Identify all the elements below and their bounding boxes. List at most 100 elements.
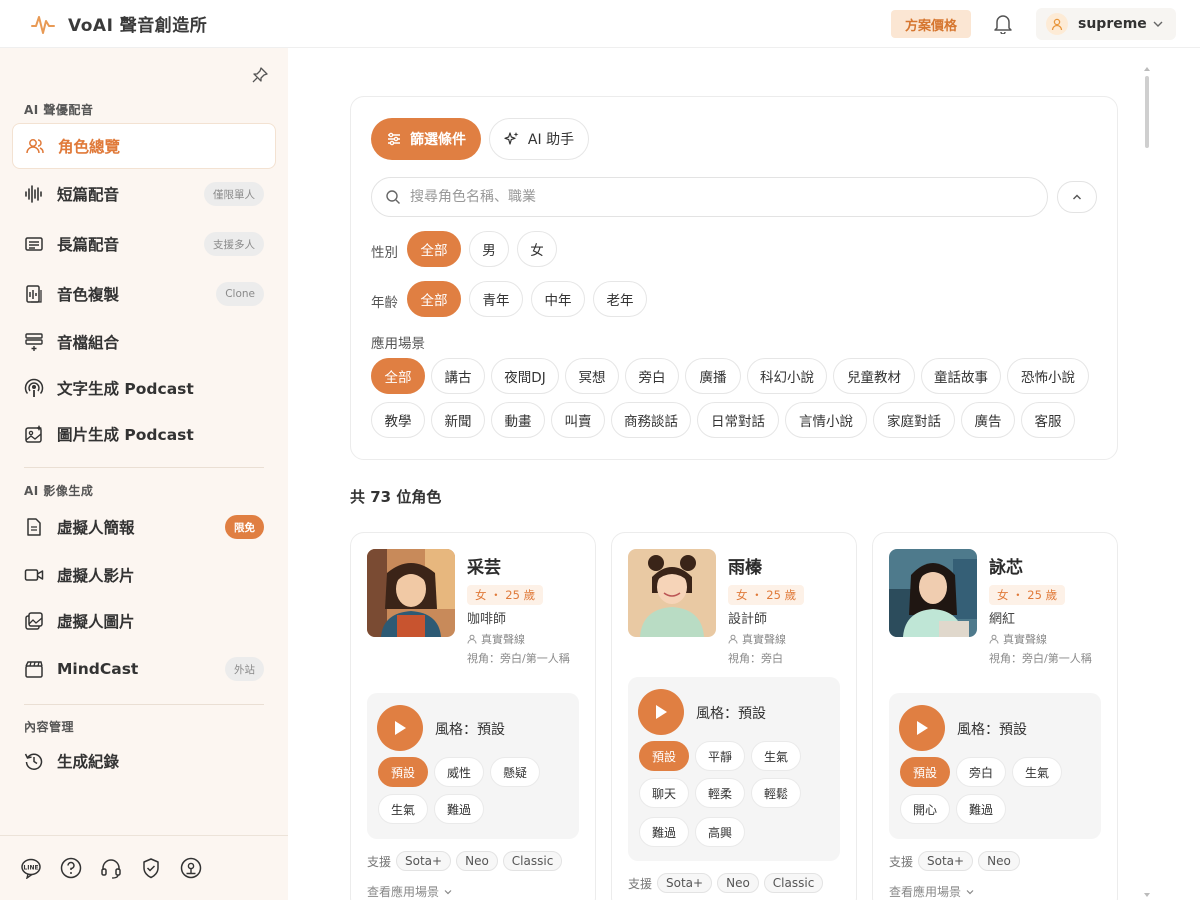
style-chip[interactable]: 難過 [639, 817, 689, 847]
style-chip[interactable]: 高興 [695, 817, 745, 847]
sidebar-item-label: 音色複製 [57, 286, 120, 304]
sidebar-item-avatar-video[interactable]: 虛擬人影片 [12, 552, 276, 598]
scene-chip[interactable]: 科幻小說 [747, 358, 827, 394]
badge: 僅限單人 [204, 182, 264, 206]
style-chip[interactable]: 預設 [639, 741, 689, 771]
style-chip[interactable]: 生氣 [751, 741, 801, 771]
avatar [367, 549, 455, 637]
scene-chip[interactable]: 客服 [1021, 402, 1075, 438]
scene-chip[interactable]: 言情小說 [785, 402, 867, 438]
style-chip[interactable]: 難過 [434, 794, 484, 824]
view-scenes-link[interactable]: 查看應用場景 [889, 883, 975, 900]
scene-chip[interactable]: 兒童教材 [833, 358, 915, 394]
style-chip[interactable]: 開心 [900, 794, 950, 824]
sidebar-item-audio-merge[interactable]: 音檔組合 [12, 319, 276, 365]
view-scenes-link[interactable]: 查看應用場景 [367, 883, 453, 900]
scene-chip[interactable]: 童話故事 [921, 358, 1001, 394]
scene-chip[interactable]: 講古 [431, 358, 485, 394]
style-chip[interactable]: 預設 [378, 757, 428, 787]
gender-chip[interactable]: 全部 [407, 231, 461, 267]
scrollbar-thumb[interactable] [1145, 76, 1149, 148]
style-chip[interactable]: 旁白 [956, 757, 1006, 787]
age-chip[interactable]: 青年 [469, 281, 523, 317]
scene-chip[interactable]: 夜間DJ [491, 358, 559, 394]
age-chip[interactable]: 全部 [407, 281, 461, 317]
scene-chip[interactable]: 冥想 [565, 358, 619, 394]
role-card[interactable]: 采芸 女 ・ 25 歲 咖啡師 真實聲線 視角：旁白/第一人稱 風格：預設 預設… [350, 532, 596, 900]
scroll-down-icon[interactable] [1143, 892, 1151, 898]
role-name: 雨榛 [728, 558, 762, 578]
style-chip[interactable]: 聊天 [639, 778, 689, 808]
scene-chip[interactable]: 廣播 [685, 358, 741, 394]
sidebar-item-voice-clone[interactable]: 音色複製 Clone [12, 271, 276, 317]
search-input[interactable] [410, 189, 1010, 205]
image-icon [23, 610, 45, 632]
sidebar-item-long-dub[interactable]: 長篇配音 支援多人 [12, 221, 276, 267]
sidebar-item-label: 虛擬人簡報 [57, 519, 135, 537]
scene-chip[interactable]: 商務談話 [611, 402, 691, 438]
age-chip[interactable]: 中年 [531, 281, 585, 317]
tab-filter[interactable]: 篩選條件 [371, 118, 481, 160]
style-chip[interactable]: 平靜 [695, 741, 745, 771]
scene-chip[interactable]: 恐怖小說 [1007, 358, 1089, 394]
line-icon[interactable]: LINE [20, 857, 42, 879]
collapse-filters-button[interactable] [1057, 181, 1097, 213]
scene-chip[interactable]: 全部 [371, 358, 425, 394]
scene-chip[interactable]: 新聞 [431, 402, 485, 438]
avatar [889, 549, 977, 637]
role-card[interactable]: 雨榛 女 ・ 25 歲 設計師 真實聲線 視角：旁白 風格：預設 預設 平靜 生… [611, 532, 857, 900]
scene-chip[interactable]: 動畫 [491, 402, 545, 438]
tab-ai-assistant[interactable]: AI 助手 [489, 118, 589, 160]
scene-chip[interactable]: 教學 [371, 402, 425, 438]
model-chip: Sota+ [918, 851, 974, 871]
scene-chip[interactable]: 日常對話 [697, 402, 779, 438]
role-source-label: 真實聲線 [481, 633, 525, 646]
sidebar-item-avatar-image[interactable]: 虛擬人圖片 [12, 598, 276, 644]
style-chip[interactable]: 生氣 [378, 794, 428, 824]
play-button[interactable] [899, 705, 945, 751]
sidebar-item-short-dub[interactable]: 短篇配音 僅限單人 [12, 171, 276, 217]
style-chip[interactable]: 懸疑 [490, 757, 540, 787]
style-chip[interactable]: 預設 [900, 757, 950, 787]
model-chip: Sota+ [396, 851, 452, 871]
sidebar-item-avatar-slides[interactable]: 虛擬人簡報 限免 [12, 504, 276, 550]
sidebar-item-roles[interactable]: 角色總覽 [12, 123, 276, 169]
user-menu[interactable]: supreme [1036, 8, 1176, 40]
style-chip[interactable]: 生氣 [1012, 757, 1062, 787]
scene-chip[interactable]: 廣告 [961, 402, 1015, 438]
document-lines-icon [23, 233, 45, 255]
style-chip[interactable]: 輕柔 [695, 778, 745, 808]
gender-chip[interactable]: 男 [469, 231, 509, 267]
brand[interactable]: VoAI 聲音創造所 [30, 11, 207, 37]
sidebar-item-mindcast[interactable]: MindCast 外站 [12, 646, 276, 692]
scene-chip[interactable]: 家庭對話 [873, 402, 955, 438]
sidebar-item-text-podcast[interactable]: 文字生成 Podcast [12, 365, 276, 411]
sidebar-item-image-podcast[interactable]: 圖片生成 Podcast [12, 411, 276, 457]
headset-icon[interactable] [100, 857, 122, 879]
sidebar-item-history[interactable]: 生成紀錄 [12, 738, 276, 784]
style-chip[interactable]: 威性 [434, 757, 484, 787]
help-icon[interactable] [60, 857, 82, 879]
role-source: 真實聲線 [467, 631, 525, 647]
bell-icon[interactable] [992, 12, 1014, 34]
age-chip[interactable]: 老年 [593, 281, 647, 317]
style-chip[interactable]: 輕鬆 [751, 778, 801, 808]
gender-chip[interactable]: 女 [517, 231, 557, 267]
gender-label: 性別 [371, 245, 398, 261]
role-card[interactable]: 詠芯 女 ・ 25 歲 網紅 真實聲線 視角：旁白/第一人稱 風格：預設 預設 … [872, 532, 1118, 900]
scroll-up-icon[interactable] [1143, 66, 1151, 72]
scrollbar[interactable] [1143, 66, 1151, 898]
role-view: 視角：旁白/第一人稱 [989, 652, 1092, 665]
model-chip: Classic [502, 851, 563, 871]
account-icon[interactable] [180, 857, 202, 879]
scene-chip[interactable]: 叫賣 [551, 402, 605, 438]
pricing-button[interactable]: 方案價格 [891, 10, 971, 38]
file-icon [23, 516, 45, 538]
play-button[interactable] [638, 689, 684, 735]
style-chip[interactable]: 難過 [956, 794, 1006, 824]
play-button[interactable] [377, 705, 423, 751]
shield-icon[interactable] [140, 857, 162, 879]
search-box[interactable] [371, 177, 1048, 217]
pin-icon[interactable] [251, 66, 269, 84]
scene-chip[interactable]: 旁白 [625, 358, 679, 394]
